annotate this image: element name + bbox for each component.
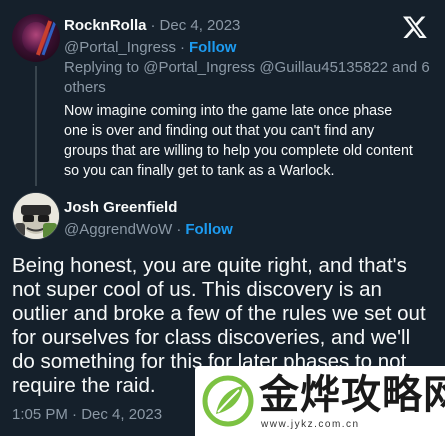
separator-dot: · (150, 16, 156, 34)
watermark-url: www.jykz.com.cn (261, 419, 360, 430)
reply-handle[interactable]: @Portal_Ingress (64, 39, 176, 56)
reply-tweet: RocknRolla · Dec 4, 2023 @Portal_Ingress… (0, 0, 445, 188)
main-follow-button[interactable]: Follow (185, 221, 233, 238)
avatar-rocknrolla[interactable] (12, 14, 60, 62)
reply-tweet-text: Now imagine coming into the game late on… (64, 103, 413, 179)
replying-to-line: Replying to @Portal_Ingress @Guillau4513… (64, 58, 434, 98)
x-logo-icon[interactable] (402, 14, 428, 40)
replying-mentions[interactable]: @Portal_Ingress @Guillau45135822 (143, 59, 388, 76)
reply-display-name[interactable]: RocknRolla (64, 17, 147, 34)
site-watermark: 金烨攻略网 www.jykz.com.cn (195, 366, 445, 436)
thread-connector-line (35, 66, 37, 186)
watermark-leaf-logo-icon (202, 375, 254, 427)
separator-dot: · (179, 38, 185, 56)
main-header: Josh Greenfield (64, 197, 177, 217)
main-display-name[interactable]: Josh Greenfield (64, 199, 177, 216)
reply-handle-row: @Portal_Ingress · Follow (64, 37, 236, 57)
reply-follow-button[interactable]: Follow (189, 39, 237, 56)
main-timestamp[interactable]: 1:05 PM · Dec 4, 2023 (12, 404, 162, 424)
separator-dot: · (176, 220, 182, 238)
tweet-card: RocknRolla · Dec 4, 2023 @Portal_Ingress… (0, 0, 445, 436)
main-handle[interactable]: @AggrendWoW (64, 221, 172, 238)
reply-header: RocknRolla · Dec 4, 2023 (64, 15, 240, 35)
main-handle-row: @AggrendWoW · Follow (64, 219, 233, 239)
watermark-text: 金烨攻略网 (259, 372, 445, 418)
reply-date[interactable]: Dec 4, 2023 (160, 17, 241, 34)
replying-prefix: Replying to (64, 59, 140, 76)
avatar-josh-greenfield[interactable] (12, 192, 60, 240)
